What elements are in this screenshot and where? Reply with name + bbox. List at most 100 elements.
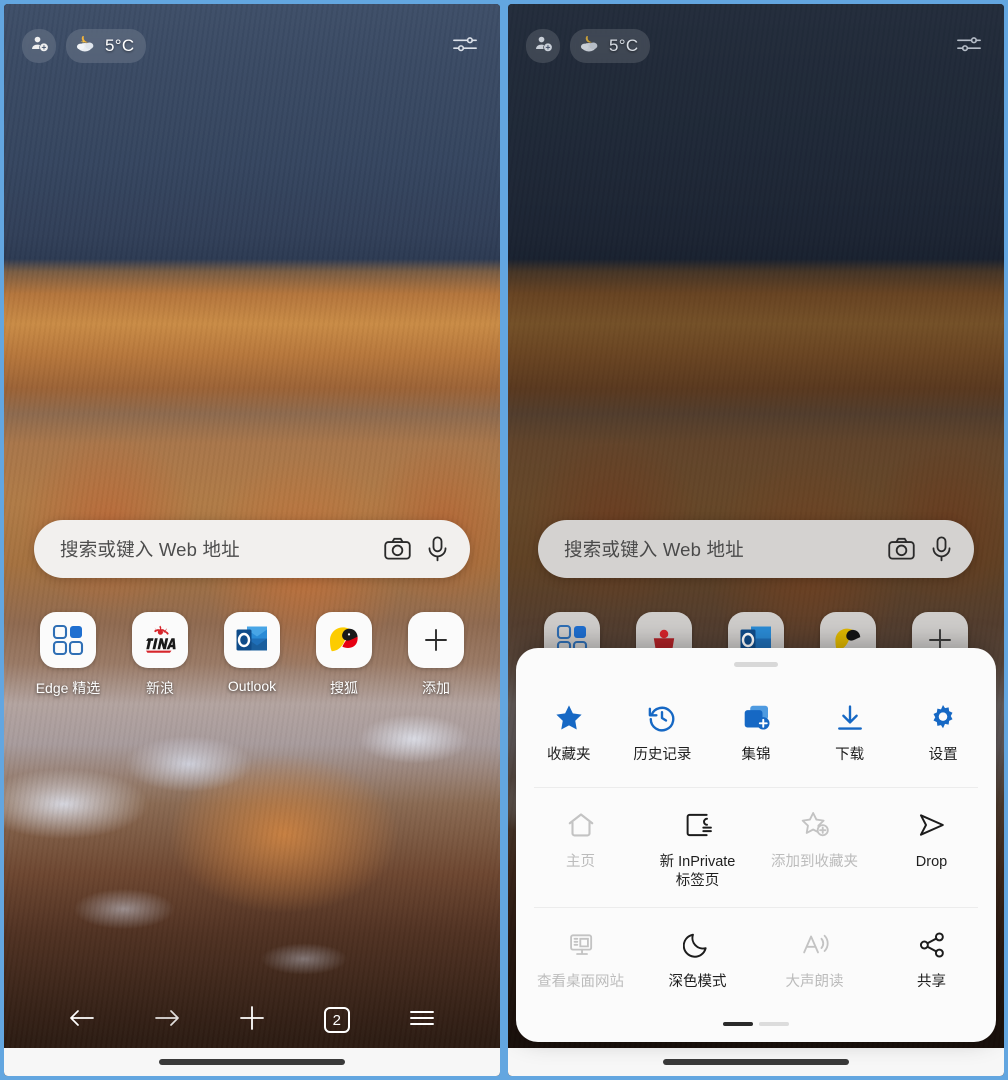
menu-item-new-inprivate-tab[interactable]: 新 InPrivate 标签页: [639, 794, 756, 897]
cloud-moon-icon: [578, 34, 602, 59]
menu-item-favorites[interactable]: 收藏夹: [522, 687, 616, 771]
camera-icon[interactable]: [888, 537, 915, 561]
search-bar[interactable]: 搜索或键入 Web 地址: [538, 520, 974, 578]
shortcut-label: Outlook: [227, 678, 277, 694]
shortcut-sina[interactable]: 新浪: [122, 612, 198, 698]
home-indicator[interactable]: [159, 1059, 345, 1065]
top-bar: 5°C: [4, 4, 500, 88]
menu-button[interactable]: [379, 992, 464, 1048]
customize-button[interactable]: [448, 29, 482, 63]
menu-item-share[interactable]: 共享: [873, 914, 990, 998]
sliders-icon: [452, 33, 478, 60]
add-person-icon: [534, 34, 553, 58]
search-bar[interactable]: 搜索或键入 Web 地址: [34, 520, 470, 578]
sina-icon: [132, 612, 188, 668]
menu-item-view-desktop-site[interactable]: 查看桌面网站: [522, 914, 639, 998]
history-clock-icon: [647, 701, 677, 735]
forward-button[interactable]: [125, 992, 210, 1048]
menu-item-label: 查看桌面网站: [537, 973, 624, 990]
top-bar: 5°C: [508, 4, 1004, 88]
shortcut-add[interactable]: 添加: [398, 612, 474, 698]
desktop-monitor-icon: [566, 928, 596, 962]
sohu-icon: [316, 612, 372, 668]
menu-item-label: 添加到收藏夹: [771, 853, 858, 870]
home-indicator-area: [4, 1048, 500, 1076]
menu-row-primary: 收藏夹 历史记录 集锦 下载 设置: [516, 681, 996, 787]
microphone-icon[interactable]: [931, 536, 952, 562]
menu-row-secondary: 主页 新 InPrivate 标签页 添加到收藏夹 Drop: [516, 788, 996, 907]
menu-item-label: 收藏夹: [547, 746, 591, 763]
arrow-left-icon: [68, 1006, 96, 1035]
weather-temperature: 5°C: [105, 36, 135, 55]
browser-menu-sheet: 收藏夹 历史记录 集锦 下载 设置 主页 新 InPrivate 标签页 添加到…: [516, 647, 996, 1042]
share-nodes-icon: [917, 928, 947, 962]
new-tab-button[interactable]: [210, 992, 295, 1048]
phone-screenshot-left: 5°C 搜索或键入 Web 地址 Edge 精选 新浪 Outlook 搜狐 添…: [0, 0, 504, 1080]
search-input-placeholder[interactable]: 搜索或键入 Web 地址: [564, 536, 872, 562]
menu-item-label: Drop: [915, 853, 948, 870]
add-person-icon: [30, 34, 49, 58]
edge-collections-icon: [40, 612, 96, 668]
hamburger-icon: [407, 1006, 437, 1035]
outlook-icon: [224, 612, 280, 668]
weather-temperature: 5°C: [609, 36, 639, 55]
shortcuts-row: Edge 精选 新浪 Outlook 搜狐 添加: [30, 612, 474, 698]
menu-item-home[interactable]: 主页: [522, 794, 639, 897]
download-arrow-icon: [835, 701, 865, 735]
profile-button[interactable]: [526, 29, 560, 63]
arrow-right-icon: [153, 1006, 181, 1035]
tab-count-badge: 2: [323, 1007, 350, 1033]
home-icon: [566, 808, 596, 842]
shortcut-label: 添加: [422, 680, 450, 696]
menu-item-label: 共享: [917, 973, 946, 990]
shortcut-outlook[interactable]: Outlook: [214, 612, 290, 698]
collections-stack-icon: [741, 701, 771, 735]
menu-item-history[interactable]: 历史记录: [616, 687, 710, 771]
weather-chip[interactable]: 5°C: [66, 29, 147, 63]
menu-item-read-aloud[interactable]: 大声朗读: [756, 914, 873, 998]
plus-icon: [408, 612, 464, 668]
customize-button[interactable]: [952, 29, 986, 63]
microphone-icon[interactable]: [427, 536, 448, 562]
menu-item-label: 主页: [566, 853, 595, 870]
bottom-nav-bar: 2: [4, 992, 500, 1048]
menu-item-drop[interactable]: Drop: [873, 794, 990, 897]
menu-item-collections[interactable]: 集锦: [709, 687, 803, 771]
star-filled-icon: [554, 701, 584, 735]
shortcut-label: 新浪: [146, 680, 174, 696]
menu-item-dark-mode[interactable]: 深色模式: [639, 914, 756, 998]
home-indicator-area: [508, 1048, 1004, 1076]
camera-icon[interactable]: [384, 537, 411, 561]
profile-button[interactable]: [22, 29, 56, 63]
cloud-moon-icon: [74, 34, 98, 59]
menu-item-label: 下载: [835, 746, 865, 763]
drag-handle[interactable]: [734, 661, 778, 667]
shortcut-label: 搜狐: [330, 680, 358, 696]
shortcut-edge-collections[interactable]: Edge 精选: [30, 612, 106, 698]
menu-item-settings[interactable]: 设置: [896, 687, 990, 771]
sliders-icon: [956, 33, 982, 60]
menu-item-add-to-favorites[interactable]: 添加到收藏夹: [756, 794, 873, 897]
plus-icon: [237, 1003, 267, 1038]
page-dot[interactable]: [759, 1022, 789, 1026]
shortcut-label: Edge 精选: [35, 680, 101, 696]
menu-row-tertiary: 查看桌面网站 深色模式 大声朗读 共享: [516, 908, 996, 1008]
menu-page-indicator[interactable]: [516, 1022, 996, 1026]
moon-icon: [682, 928, 713, 962]
shortcut-sohu[interactable]: 搜狐: [306, 612, 382, 698]
home-indicator[interactable]: [663, 1059, 849, 1065]
page-dot-active[interactable]: [723, 1022, 753, 1026]
weather-chip[interactable]: 5°C: [570, 29, 651, 63]
menu-item-label: 新 InPrivate 标签页: [659, 853, 736, 889]
tab-switcher-button[interactable]: 2: [294, 992, 379, 1048]
menu-item-label: 设置: [928, 746, 958, 763]
star-plus-icon: [800, 808, 830, 842]
drop-send-icon: [917, 808, 947, 842]
menu-item-label: 大声朗读: [785, 973, 844, 990]
read-aloud-icon: [800, 928, 830, 962]
inprivate-tab-icon: [683, 808, 713, 842]
back-button[interactable]: [40, 992, 125, 1048]
search-input-placeholder[interactable]: 搜索或键入 Web 地址: [60, 536, 368, 562]
menu-item-downloads[interactable]: 下载: [803, 687, 897, 771]
menu-item-label: 集锦: [741, 746, 771, 763]
